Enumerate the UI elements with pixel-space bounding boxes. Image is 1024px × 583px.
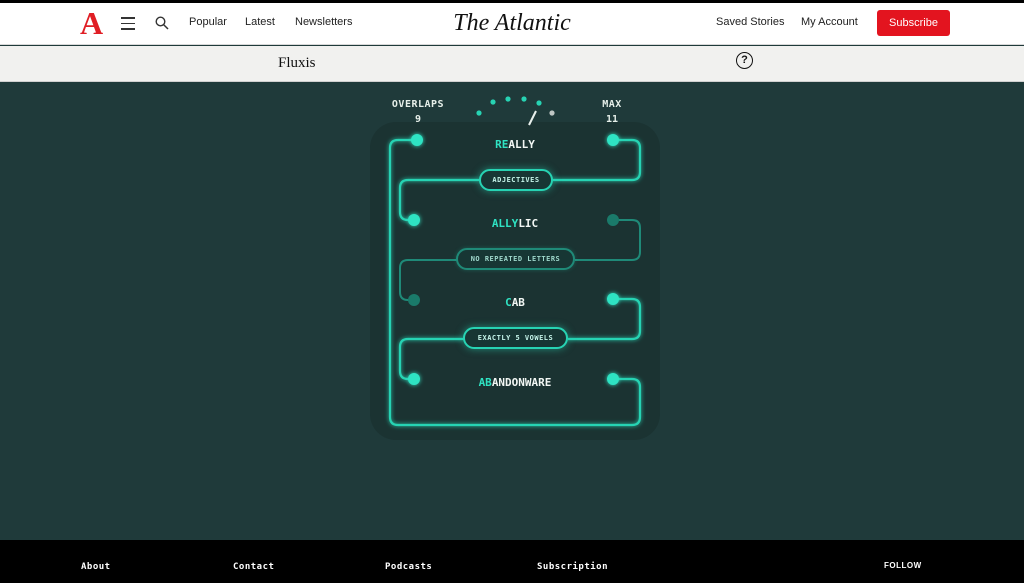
- site-header: A Popular Latest Newsletters The Atlanti…: [0, 3, 1024, 45]
- game-subheader: Fluxis ?: [0, 46, 1024, 82]
- word-slot-1[interactable]: REALLY: [415, 138, 615, 151]
- brand-wordmark: The Atlantic: [0, 7, 1024, 39]
- dial-icon: [476, 96, 555, 126]
- footer-podcasts[interactable]: Podcasts: [385, 562, 432, 572]
- subscribe-button[interactable]: Subscribe: [877, 10, 950, 36]
- site-footer: About Contact Podcasts Subscription FOLL…: [0, 540, 1024, 583]
- brand-link[interactable]: The Atlantic: [453, 10, 571, 36]
- word-slot-2[interactable]: ALLYLIC: [415, 217, 615, 230]
- word-slot-4[interactable]: ABANDONWARE: [415, 376, 615, 389]
- saved-stories-link[interactable]: Saved Stories: [716, 16, 784, 28]
- game-title: Fluxis: [278, 55, 316, 71]
- max-label: MAX: [602, 99, 622, 110]
- game-board: OVERLAPS 9 MAX 11 REALLY ALLYLIC CAB ABA…: [0, 82, 1024, 540]
- rule-exactly-5-vowels[interactable]: EXACTLY 5 VOWELS: [463, 327, 568, 349]
- rule-no-repeated-letters[interactable]: NO REPEATED LETTERS: [456, 248, 575, 270]
- my-account-link[interactable]: My Account: [801, 16, 858, 28]
- overlaps-label: OVERLAPS: [391, 99, 445, 110]
- footer-about[interactable]: About: [81, 562, 111, 572]
- footer-subscription[interactable]: Subscription: [537, 562, 608, 572]
- help-button[interactable]: ?: [736, 52, 753, 69]
- word-slot-3[interactable]: CAB: [415, 296, 615, 309]
- max-value: 11: [605, 114, 619, 125]
- footer-contact[interactable]: Contact: [233, 562, 274, 572]
- rule-adjectives[interactable]: ADJECTIVES: [479, 169, 553, 191]
- overlaps-value: 9: [414, 114, 422, 125]
- footer-follow-heading: FOLLOW: [884, 561, 922, 570]
